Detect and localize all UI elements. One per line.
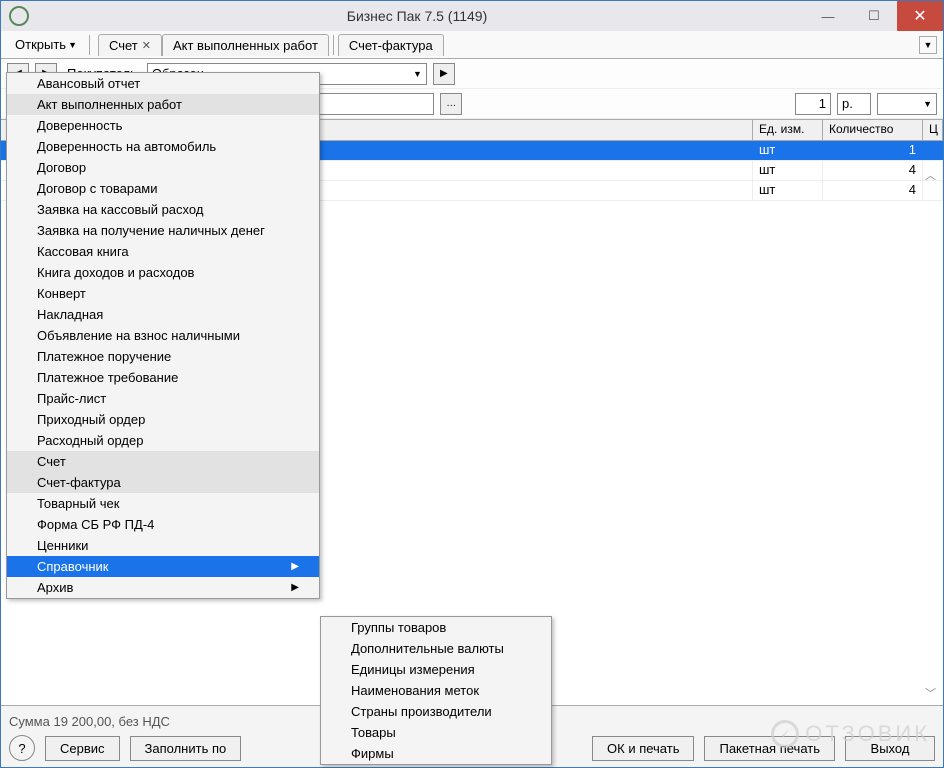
close-button[interactable]: ✕	[897, 1, 943, 31]
close-icon[interactable]: ✕	[142, 39, 151, 52]
menu-item[interactable]: Ценники	[7, 535, 319, 556]
menu-item[interactable]: Приходный ордер	[7, 409, 319, 430]
menu-item[interactable]: Справочник▶	[7, 556, 319, 577]
menu-item[interactable]: Платежное требование	[7, 367, 319, 388]
window-title: Бизнес Пак 7.5 (1149)	[29, 8, 805, 24]
menu-item[interactable]: Архив▶	[7, 577, 319, 598]
submenu-arrow-icon: ▶	[291, 582, 299, 593]
unit-select[interactable]: р.	[837, 93, 871, 115]
submenu-item[interactable]: Страны производители	[321, 701, 551, 722]
ok-print-button[interactable]: ОК и печать	[592, 736, 694, 761]
menu-item[interactable]: Счет-фактура	[7, 472, 319, 493]
caret-down-icon: ▼	[68, 40, 77, 50]
menu-item[interactable]: Прайс-лист	[7, 388, 319, 409]
menu-item[interactable]: Авансовый отчет	[7, 73, 319, 94]
note-more-button[interactable]: …	[440, 93, 462, 115]
menu-item[interactable]: Заявка на кассовый расход	[7, 199, 319, 220]
service-button[interactable]: Сервис	[45, 736, 120, 761]
tab-akt[interactable]: Акт выполненных работ	[162, 34, 329, 56]
cell-qty: 4	[823, 181, 923, 200]
spravochnik-submenu: Группы товаровДополнительные валютыЕдини…	[320, 616, 552, 765]
tab-label: Акт выполненных работ	[173, 38, 318, 53]
tab-label: Счет-фактура	[349, 38, 433, 53]
tab-schet[interactable]: Счет ✕	[98, 34, 162, 56]
menu-item[interactable]: Договор	[7, 157, 319, 178]
col-qty[interactable]: Количество	[823, 120, 923, 140]
toolbar: Открыть ▼ Счет ✕ Акт выполненных работ С…	[1, 31, 943, 59]
menu-item[interactable]: Форма СБ РФ ПД-4	[7, 514, 319, 535]
submenu-item[interactable]: Наименования меток	[321, 680, 551, 701]
cell-unit: шт	[753, 161, 823, 180]
cell-c	[923, 141, 943, 160]
menu-item[interactable]: Книга доходов и расходов	[7, 262, 319, 283]
divider	[89, 35, 90, 55]
cell-unit: шт	[753, 141, 823, 160]
open-dropdown[interactable]: Открыть ▼	[7, 35, 85, 54]
chevron-down-icon: ▼	[409, 69, 422, 79]
titlebar: Бизнес Пак 7.5 (1149) — ☐ ✕	[1, 1, 943, 31]
submenu-arrow-icon: ▶	[291, 561, 299, 572]
submenu-item[interactable]: Товары	[321, 722, 551, 743]
divider	[333, 35, 334, 55]
batch-print-button[interactable]: Пакетная печать	[704, 736, 835, 761]
app-icon	[9, 6, 29, 26]
scrollbar[interactable]: ︿﹀	[925, 167, 941, 701]
tabs: Счет ✕ Акт выполненных работ Счет-фактур…	[98, 34, 444, 56]
menu-item[interactable]: Платежное поручение	[7, 346, 319, 367]
col-unit[interactable]: Ед. изм.	[753, 120, 823, 140]
buyer-next-button[interactable]: ▶	[433, 63, 455, 85]
menu-item[interactable]: Заявка на получение наличных денег	[7, 220, 319, 241]
minimize-button[interactable]: —	[805, 1, 851, 31]
extra-select[interactable]: ▼	[877, 93, 937, 115]
col-c[interactable]: Ц	[923, 120, 943, 140]
maximize-button[interactable]: ☐	[851, 1, 897, 31]
exit-button[interactable]: Выход	[845, 736, 935, 761]
tab-schet-faktura[interactable]: Счет-фактура	[338, 34, 444, 56]
cell-unit: шт	[753, 181, 823, 200]
menu-item[interactable]: Доверенность на автомобиль	[7, 136, 319, 157]
open-menu: Авансовый отчетАкт выполненных работДове…	[6, 72, 320, 599]
cell-qty: 4	[823, 161, 923, 180]
submenu-item[interactable]: Единицы измерения	[321, 659, 551, 680]
submenu-item[interactable]: Фирмы	[321, 743, 551, 764]
cell-qty: 1	[823, 141, 923, 160]
tab-label: Счет	[109, 38, 138, 53]
menu-item[interactable]: Объявление на взнос наличными	[7, 325, 319, 346]
fill-button[interactable]: Заполнить по	[130, 736, 242, 761]
unit-label: р.	[842, 96, 853, 111]
window-controls: — ☐ ✕	[805, 1, 943, 31]
submenu-item[interactable]: Дополнительные валюты	[321, 638, 551, 659]
menu-item[interactable]: Товарный чек	[7, 493, 319, 514]
submenu-item[interactable]: Группы товаров	[321, 617, 551, 638]
help-button[interactable]: ?	[9, 735, 35, 761]
menu-item[interactable]: Расходный ордер	[7, 430, 319, 451]
menu-item[interactable]: Накладная	[7, 304, 319, 325]
menu-item[interactable]: Акт выполненных работ	[7, 94, 319, 115]
qty-input[interactable]	[795, 93, 831, 115]
menu-item[interactable]: Договор с товарами	[7, 178, 319, 199]
toolbar-overflow[interactable]: ▼	[919, 36, 937, 54]
chevron-down-icon: ▼	[919, 99, 932, 109]
menu-item[interactable]: Доверенность	[7, 115, 319, 136]
open-label: Открыть	[15, 37, 66, 52]
menu-item[interactable]: Конверт	[7, 283, 319, 304]
menu-item[interactable]: Счет	[7, 451, 319, 472]
menu-item[interactable]: Кассовая книга	[7, 241, 319, 262]
